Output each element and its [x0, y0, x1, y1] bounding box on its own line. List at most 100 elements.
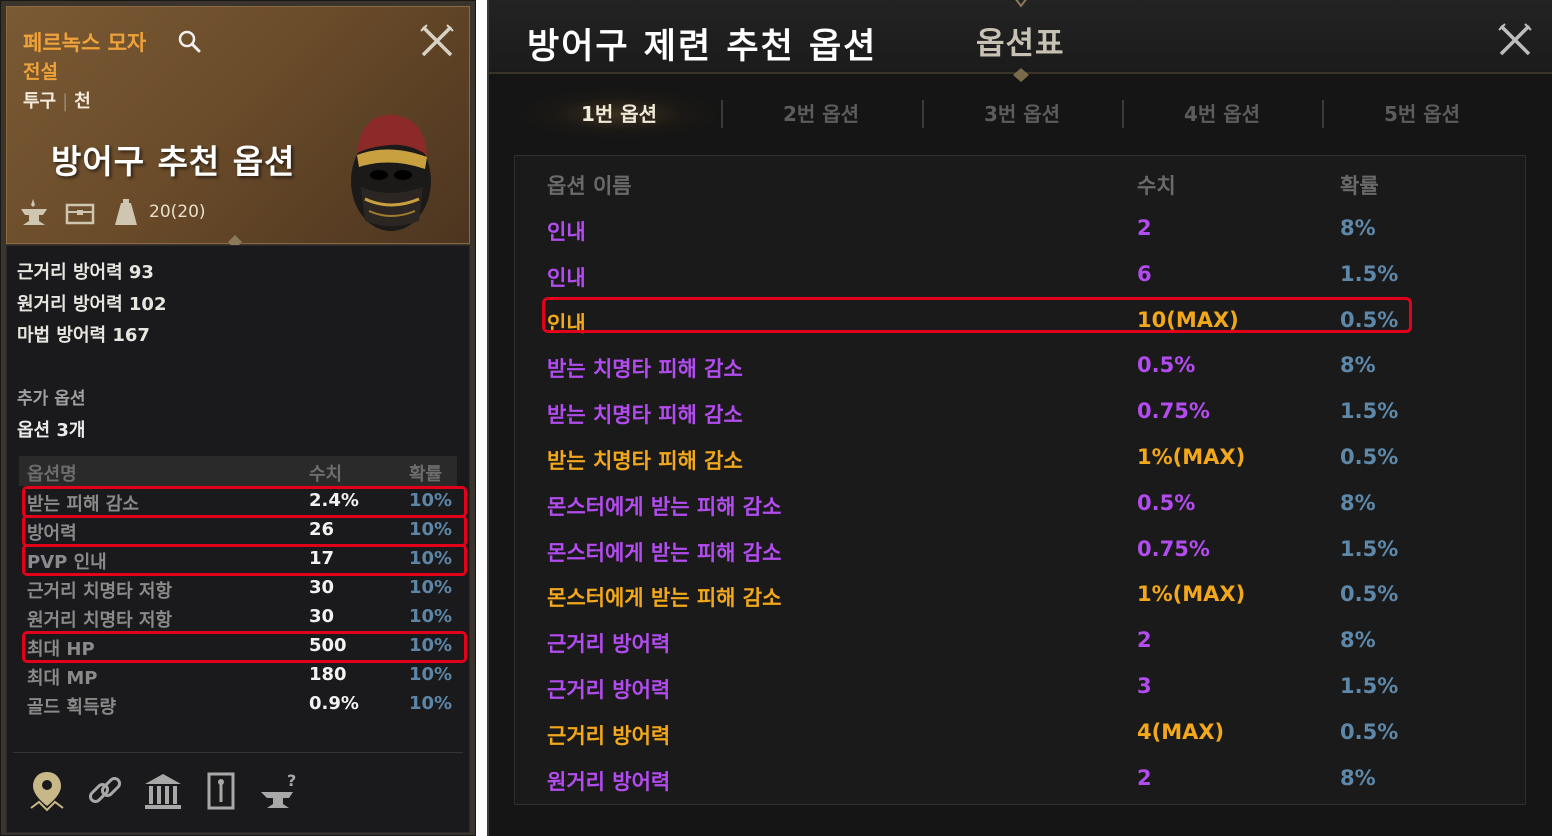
- option-name: 몬스터에게 받는 피해 감소: [547, 494, 782, 519]
- panel-title: 옵션표: [976, 26, 1065, 62]
- table-row: 몬스터에게 받는 피해 감소 0.5% 8%: [515, 481, 1527, 527]
- tab-option-4[interactable]: 4번 옵션: [1122, 88, 1322, 140]
- option-probability: 1.5%: [1340, 674, 1399, 698]
- close-icon[interactable]: [417, 21, 457, 61]
- table-row: 근거리 방어력 2 8%: [515, 618, 1527, 664]
- table-row: 근거리 방어력 4(MAX) 0.5%: [515, 710, 1527, 756]
- option-value: 4(MAX): [1137, 719, 1225, 744]
- option-probability: 10%: [409, 519, 453, 540]
- option-name: 근거리 방어력: [547, 723, 671, 748]
- table-row: 최대 MP 180 10%: [19, 660, 457, 689]
- option-name: 인내: [547, 265, 586, 290]
- magnifier-icon[interactable]: [177, 29, 203, 55]
- stat-magic-defense: 마법 방어력 167: [17, 325, 150, 346]
- header-option-name: 옵션명: [27, 464, 77, 485]
- type-separator: |: [62, 91, 69, 112]
- option-value: 0.75%: [1137, 536, 1210, 561]
- chest-icon: [65, 203, 95, 225]
- option-probability: 1.5%: [1340, 536, 1399, 561]
- option-name: 최대 HP: [27, 639, 95, 660]
- stat-ranged-defense: 원거리 방어력 102: [17, 294, 167, 315]
- action-icons: ?: [25, 768, 301, 814]
- option-probability: 10%: [409, 490, 453, 511]
- table-row: 받는 치명타 피해 감소 0.5% 8%: [515, 343, 1527, 389]
- anvil-question-icon[interactable]: ?: [257, 768, 301, 814]
- table-row: 인내 2 8%: [515, 206, 1527, 252]
- top-ornament: [1015, 0, 1027, 8]
- header-probability: 확률: [1340, 174, 1379, 198]
- option-name: 근거리 방어력: [547, 678, 671, 702]
- option-probability: 1.5%: [1340, 399, 1399, 424]
- option-value: 500: [309, 635, 347, 656]
- item-header: 페르녹스 모자 전설 투구 | 천 방어구 추천 옵션 20(20): [6, 6, 470, 244]
- helmet-item-image: [351, 114, 431, 231]
- bank-icon[interactable]: [141, 768, 185, 814]
- anvil-icon: [21, 199, 47, 225]
- option-name: PVP 인내: [27, 552, 107, 573]
- option-probability: 0.5%: [1340, 719, 1399, 744]
- table-row: 원거리 치명타 저항 30 10%: [19, 602, 457, 631]
- table-row: 몬스터에게 받는 피해 감소 1%(MAX) 0.5%: [515, 572, 1527, 618]
- scroll-icon[interactable]: [199, 768, 243, 814]
- item-type-part: 투구: [23, 91, 57, 112]
- header-value: 수치: [1137, 174, 1176, 198]
- header-option-name: 옵션 이름: [547, 174, 632, 198]
- right-overlay-title: 방어구 제련 추천 옵션: [527, 27, 878, 67]
- option-probability: 10%: [409, 693, 453, 714]
- table-header: 옵션명 수치 확률: [19, 456, 457, 486]
- item-meta-icons: 20(20): [17, 197, 206, 227]
- table-row: 인내 6 1.5%: [515, 252, 1527, 298]
- option-probability: 10%: [409, 577, 453, 598]
- divider-ornament: [1013, 68, 1029, 82]
- table-header: 옵션 이름 수치 확률: [515, 160, 1527, 206]
- table-row: PVP 인내 17 10%: [19, 544, 457, 573]
- option-value: 0.5%: [1137, 353, 1196, 378]
- option-name: 방어력: [27, 523, 77, 544]
- item-grade: 전설: [23, 61, 58, 83]
- tab-option-1[interactable]: 1번 옵션: [519, 88, 719, 140]
- option-name: 원거리 치명타 저항: [27, 610, 173, 631]
- table-row: 골드 획득량 0.9% 10%: [19, 689, 457, 718]
- table-row: 근거리 치명타 저항 30 10%: [19, 573, 457, 602]
- option-value: 2: [1137, 216, 1152, 240]
- option-value: 17: [309, 548, 335, 569]
- option-value: 30: [309, 606, 335, 627]
- map-pin-icon[interactable]: [25, 768, 69, 814]
- item-type-material: 천: [74, 91, 91, 112]
- item-tooltip-panel: 페르녹스 모자 전설 투구 | 천 방어구 추천 옵션 20(20) 근거리 방…: [0, 0, 476, 836]
- table-row: 받는 피해 감소 2.4% 10%: [19, 486, 457, 515]
- item-type: 투구 | 천: [23, 87, 91, 113]
- option-name: 원거리 방어력: [547, 769, 671, 794]
- header-probability: 확률: [409, 464, 443, 485]
- tab-option-5[interactable]: 5번 옵션: [1322, 88, 1522, 140]
- option-value: 26: [309, 519, 335, 540]
- table-row: 받는 치명타 피해 감소 1%(MAX) 0.5%: [515, 435, 1527, 481]
- option-value: 0.9%: [309, 693, 359, 714]
- option-name: 받는 치명타 피해 감소: [547, 403, 743, 428]
- option-value: 2: [1137, 765, 1152, 790]
- option-value: 1%(MAX): [1137, 445, 1246, 469]
- option-tabs: 1번 옵션 2번 옵션 3번 옵션 4번 옵션 5번 옵션: [519, 88, 1529, 140]
- close-icon[interactable]: [1495, 20, 1535, 60]
- option-name: 근거리 방어력: [547, 632, 671, 657]
- option-name: 인내: [547, 220, 586, 244]
- option-probability: 8%: [1340, 353, 1376, 378]
- tab-option-3[interactable]: 3번 옵션: [922, 88, 1122, 140]
- option-probability: 1.5%: [1340, 261, 1399, 286]
- link-icon[interactable]: [83, 768, 127, 814]
- option-name: 받는 피해 감소: [27, 494, 139, 515]
- table-row: 최대 HP 500 10%: [19, 631, 457, 660]
- header-value: 수치: [309, 464, 343, 485]
- option-count: 옵션 3개: [17, 420, 86, 441]
- option-value: 0.75%: [1137, 399, 1210, 424]
- divider: [13, 752, 463, 753]
- option-name: 최대 MP: [27, 668, 98, 689]
- table-row: 방어력 26 10%: [19, 515, 457, 544]
- option-value: 3: [1137, 674, 1152, 698]
- option-value: 30: [309, 577, 335, 598]
- extra-options-label: 추가 옵션: [17, 389, 86, 409]
- option-value: 0.5%: [1137, 490, 1196, 515]
- table-row: 몬스터에게 받는 피해 감소 0.75% 1.5%: [515, 527, 1527, 573]
- option-name: 몬스터에게 받는 피해 감소: [547, 540, 782, 565]
- tab-option-2[interactable]: 2번 옵션: [721, 88, 921, 140]
